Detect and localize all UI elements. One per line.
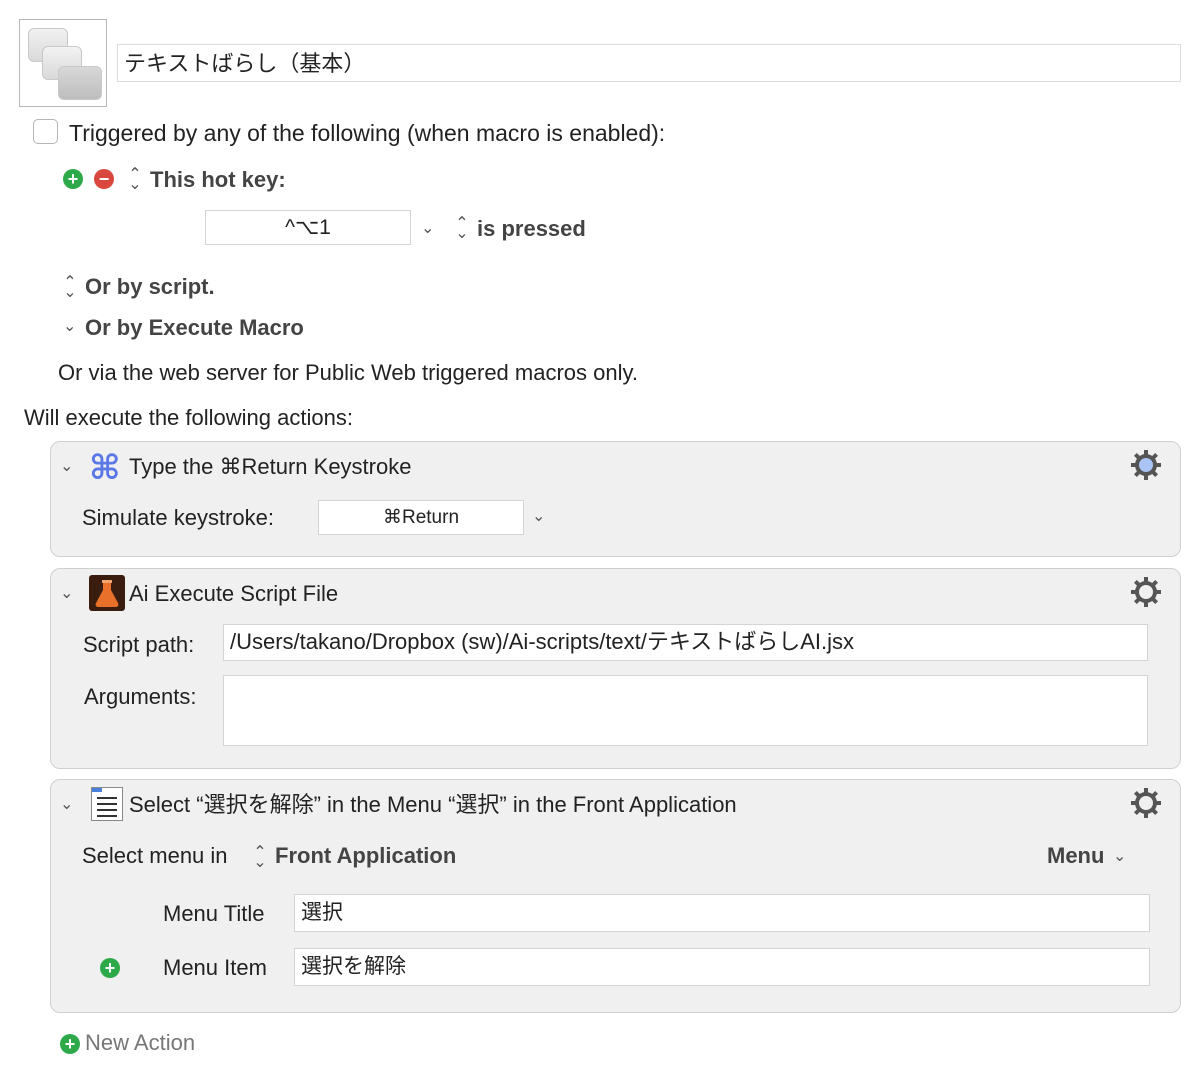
chevron-down-icon[interactable]: ⌄: [63, 316, 76, 336]
new-action-button[interactable]: +: [60, 1034, 80, 1054]
updown-icon[interactable]: ⌃ ⌄: [128, 167, 142, 193]
action-panel-select-menu[interactable]: ⌄ Select “選択を解除” in the Menu “選択” in the…: [50, 779, 1181, 1013]
chevron-down-icon[interactable]: ⌄: [60, 456, 73, 476]
new-action-label[interactable]: New Action: [85, 1029, 195, 1057]
gear-icon[interactable]: [1129, 448, 1163, 482]
menu-title-field[interactable]: 選択: [294, 894, 1150, 932]
macro-icon-well[interactable]: [19, 19, 107, 107]
key-icon: [58, 66, 102, 100]
chevron-down-icon[interactable]: ⌄: [60, 794, 73, 814]
remove-trigger-button[interactable]: −: [94, 169, 114, 189]
script-path-label: Script path:: [83, 632, 195, 657]
menu-list-icon: [91, 787, 123, 821]
action-panel-execute-script[interactable]: ⌄ Ai Execute Script File Script path: /U…: [50, 568, 1181, 769]
target-app-popup[interactable]: Front Application: [275, 842, 456, 870]
hotkey-condition[interactable]: is pressed: [477, 215, 586, 243]
chevron-down-icon[interactable]: ⌄: [532, 506, 545, 526]
arguments-field[interactable]: [223, 675, 1148, 746]
add-menu-item-button[interactable]: +: [100, 958, 120, 978]
chevron-down-icon[interactable]: ⌄: [60, 583, 73, 603]
or-by-execute-macro[interactable]: Or by Execute Macro: [85, 314, 304, 342]
macro-name-field[interactable]: テキストばらし（基本）: [117, 44, 1181, 82]
gear-icon[interactable]: [1129, 786, 1163, 820]
or-by-script[interactable]: Or by script.: [85, 273, 215, 301]
action-panel-type-keystroke[interactable]: ⌄ ⌘ Type the ⌘Return Keystroke Simulate …: [50, 441, 1181, 557]
arguments-label: Arguments:: [84, 684, 197, 709]
trigger-header: Triggered by any of the following (when …: [69, 120, 666, 146]
hotkey-label: This hot key:: [150, 167, 286, 192]
chevron-down-icon[interactable]: ⌄: [1113, 846, 1126, 866]
action-title: Type the ⌘Return Keystroke: [129, 454, 412, 479]
gear-icon[interactable]: [1129, 575, 1163, 609]
actions-header: Will execute the following actions:: [24, 405, 353, 430]
updown-icon[interactable]: ⌃ ⌄: [253, 845, 267, 871]
updown-icon[interactable]: ⌃ ⌄: [63, 275, 77, 301]
select-menu-label: Select menu in: [82, 843, 228, 868]
command-icon: ⌘: [89, 449, 121, 487]
keystroke-field[interactable]: ⌘Return: [318, 500, 524, 535]
action-title: Ai Execute Script File: [129, 581, 339, 606]
add-trigger-button[interactable]: +: [63, 169, 83, 189]
action-title: Select “選択を解除” in the Menu “選択” in the F…: [129, 792, 737, 817]
hotkey-field[interactable]: ^⌥1: [205, 210, 411, 245]
menu-title-label: Menu Title: [163, 901, 265, 926]
web-trigger-note: Or via the web server for Public Web tri…: [58, 360, 638, 385]
chevron-down-icon[interactable]: ⌄: [421, 218, 434, 238]
flask-icon: [89, 575, 125, 611]
menu-dropdown-label[interactable]: Menu: [1047, 842, 1104, 870]
script-path-field[interactable]: /Users/takano/Dropbox (sw)/Ai-scripts/te…: [223, 624, 1148, 661]
trigger-enabled-checkbox[interactable]: [33, 119, 58, 144]
simulate-keystroke-label: Simulate keystroke:: [82, 505, 274, 530]
updown-icon[interactable]: ⌃ ⌄: [455, 216, 469, 242]
menu-item-field[interactable]: 選択を解除: [294, 948, 1150, 986]
menu-item-label: Menu Item: [163, 955, 267, 980]
